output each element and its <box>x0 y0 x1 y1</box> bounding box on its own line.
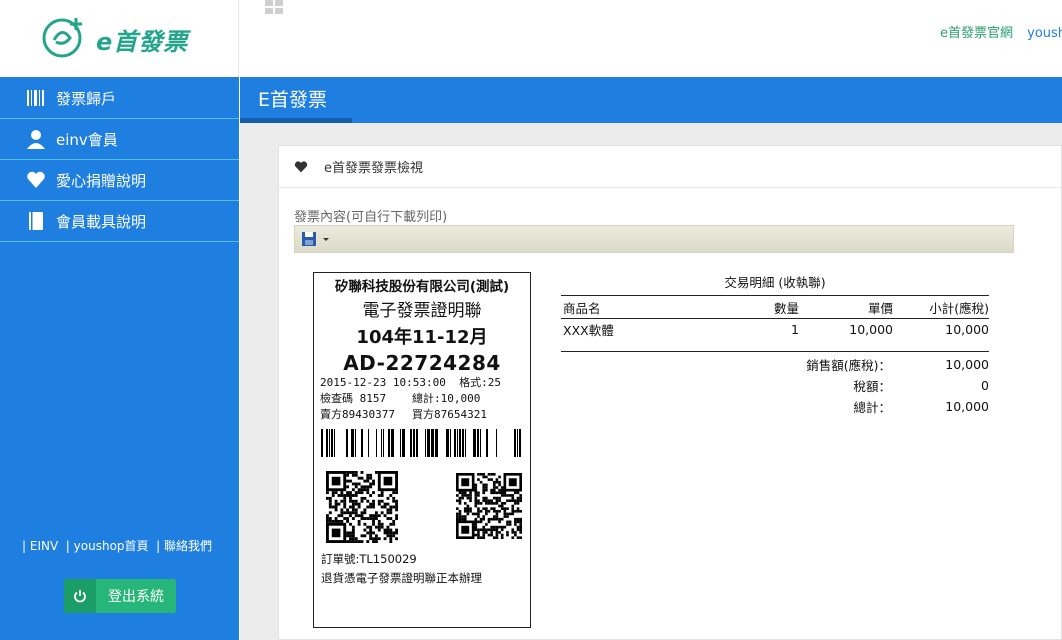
receipt-parties-row: 賣方89430377 買方87654321 <box>314 407 530 423</box>
receipt-format: 格式:25 <box>459 376 501 389</box>
col-header-qty: 數量 <box>731 295 799 319</box>
transaction-detail: 交易明細 (收執聯) 商品名 數量 單價 小計(應稅) XXX軟體 1 10,0… <box>561 272 989 417</box>
report-toolbar <box>294 225 1014 253</box>
receipt-check-code: 檢查碼 8157 <box>320 392 387 405</box>
receipt-period: 104年11-12月 <box>356 327 488 348</box>
sidebar-footer-links: | EINV | youshop首頁 | 聯絡我們 <box>22 539 213 553</box>
sidebar-item-einv-member[interactable]: einv會員 <box>0 119 239 160</box>
summary-total-row: 總計： 10,000 <box>561 396 989 417</box>
col-header-price: 單價 <box>799 295 893 319</box>
col-header-item: 商品名 <box>561 295 731 319</box>
user-icon <box>27 130 45 149</box>
brand-logo-icon <box>42 18 82 58</box>
sidebar-item-label: 愛心捐贈說明 <box>56 171 147 190</box>
qr-code-left <box>326 471 398 543</box>
heart-icon <box>27 171 45 188</box>
sidebar-item-carrier-info[interactable]: 會員載具說明 <box>0 201 239 242</box>
footer-link-youshop[interactable]: youshop首頁 <box>74 539 149 553</box>
save-icon[interactable] <box>301 231 317 247</box>
panel-heading: e首發票發票檢視 <box>324 161 423 176</box>
receipt-datetime: 2015-12-23 10:53:00 <box>320 376 446 389</box>
detail-summary: 銷售額(應稅)： 10,000 稅額： 0 總計： 10,000 <box>561 350 989 417</box>
logout-button[interactable]: 登出系統 <box>64 579 176 613</box>
page-title: E首發票 <box>258 89 328 111</box>
summary-sales-row: 銷售額(應稅)： 10,000 <box>561 354 989 375</box>
receipt-company: 矽聯科技股份有限公司(測試) <box>334 279 510 295</box>
barcode-image <box>321 429 521 457</box>
summary-value: 10,000 <box>945 398 989 414</box>
cell-item: XXX軟體 <box>563 323 614 339</box>
chevron-down-icon[interactable] <box>321 234 331 244</box>
brand-name: e首發票 <box>96 28 189 56</box>
footer-link-contact[interactable]: 聯絡我們 <box>164 539 212 553</box>
main-content: e首發票發票檢視 發票內容(可自行下載列印) 矽聯科技股份有限公司(測試) 電子… <box>240 123 1062 640</box>
book-icon <box>29 212 43 230</box>
summary-label: 銷售額(應稅)： <box>806 357 891 373</box>
receipt-order-number: 訂單號:TL150029 <box>321 552 417 566</box>
invoice-panel: e首發票發票檢視 發票內容(可自行下載列印) 矽聯科技股份有限公司(測試) 電子… <box>278 145 1062 640</box>
page-title-bar: E首發票 <box>240 77 1062 123</box>
top-bar: e首發票官網 yousho <box>240 0 1062 77</box>
official-site-link[interactable]: e首發票官網 <box>940 26 1013 41</box>
sidebar-item-invoice-claim[interactable]: 發票歸戶 <box>0 78 239 119</box>
receipt-number: AD-22724284 <box>343 351 501 375</box>
receipt-seller: 賣方89430377 <box>320 408 395 421</box>
qr-code-right <box>456 473 522 539</box>
receipt-buyer: 買方87654321 <box>412 408 487 421</box>
summary-value: 10,000 <box>945 356 989 372</box>
detail-header-row: 商品名 數量 單價 小計(應稅) <box>561 295 989 319</box>
receipt-title: 電子發票證明聯 <box>362 301 482 321</box>
sidebar-item-label: 發票歸戶 <box>56 89 117 108</box>
invoice-content-label: 發票內容(可自行下載列印) <box>294 210 448 225</box>
summary-label: 稅額： <box>853 378 891 394</box>
logo-area: e首發票 <box>0 0 239 77</box>
sidebar: e首發票 發票歸戶 einv會員 愛心捐贈說明 會員載具說明 | EINV | … <box>0 0 239 640</box>
col-header-subtotal: 小計(應稅) <box>893 295 989 319</box>
receipt-check-row: 檢查碼 8157 總計:10,000 <box>314 391 530 407</box>
summary-value: 0 <box>981 377 989 393</box>
sidebar-nav: 發票歸戶 einv會員 愛心捐贈說明 會員載具說明 <box>0 78 239 242</box>
invoice-receipt: 矽聯科技股份有限公司(測試) 電子發票證明聯 104年11-12月 AD-227… <box>313 272 531 628</box>
youshop-link[interactable]: yousho <box>1027 26 1062 41</box>
sidebar-item-label: 會員載具說明 <box>56 212 147 231</box>
cell-qty: 1 <box>791 322 799 338</box>
receipt-return-note: 退貨憑電子發票證明聯正本辦理 <box>321 571 482 585</box>
sidebar-item-donation-info[interactable]: 愛心捐贈說明 <box>0 160 239 201</box>
menu-grid-icon[interactable] <box>265 0 285 16</box>
receipt-total: 總計:10,000 <box>412 392 481 405</box>
logout-label: 登出系統 <box>108 589 164 605</box>
top-links: e首發票官網 yousho <box>940 22 1062 41</box>
table-row: XXX軟體 1 10,000 10,000 <box>561 319 989 341</box>
panel-header: e首發票發票檢視 <box>279 146 1061 188</box>
heart-icon <box>294 160 308 172</box>
footer-link-einv[interactable]: EINV <box>30 539 58 553</box>
cell-price: 10,000 <box>849 322 893 338</box>
barcode-icon <box>27 90 44 106</box>
sidebar-item-label: einv會員 <box>56 130 118 149</box>
cell-subtotal: 10,000 <box>945 322 989 338</box>
power-icon <box>64 579 96 613</box>
detail-title: 交易明細 (收執聯) <box>724 275 826 290</box>
summary-label: 總計： <box>853 399 891 415</box>
detail-table: 商品名 數量 單價 小計(應稅) XXX軟體 1 10,000 10,000 <box>561 295 989 341</box>
receipt-datetime-row: 2015-12-23 10:53:00 格式:25 <box>314 375 530 391</box>
summary-tax-row: 稅額： 0 <box>561 375 989 396</box>
